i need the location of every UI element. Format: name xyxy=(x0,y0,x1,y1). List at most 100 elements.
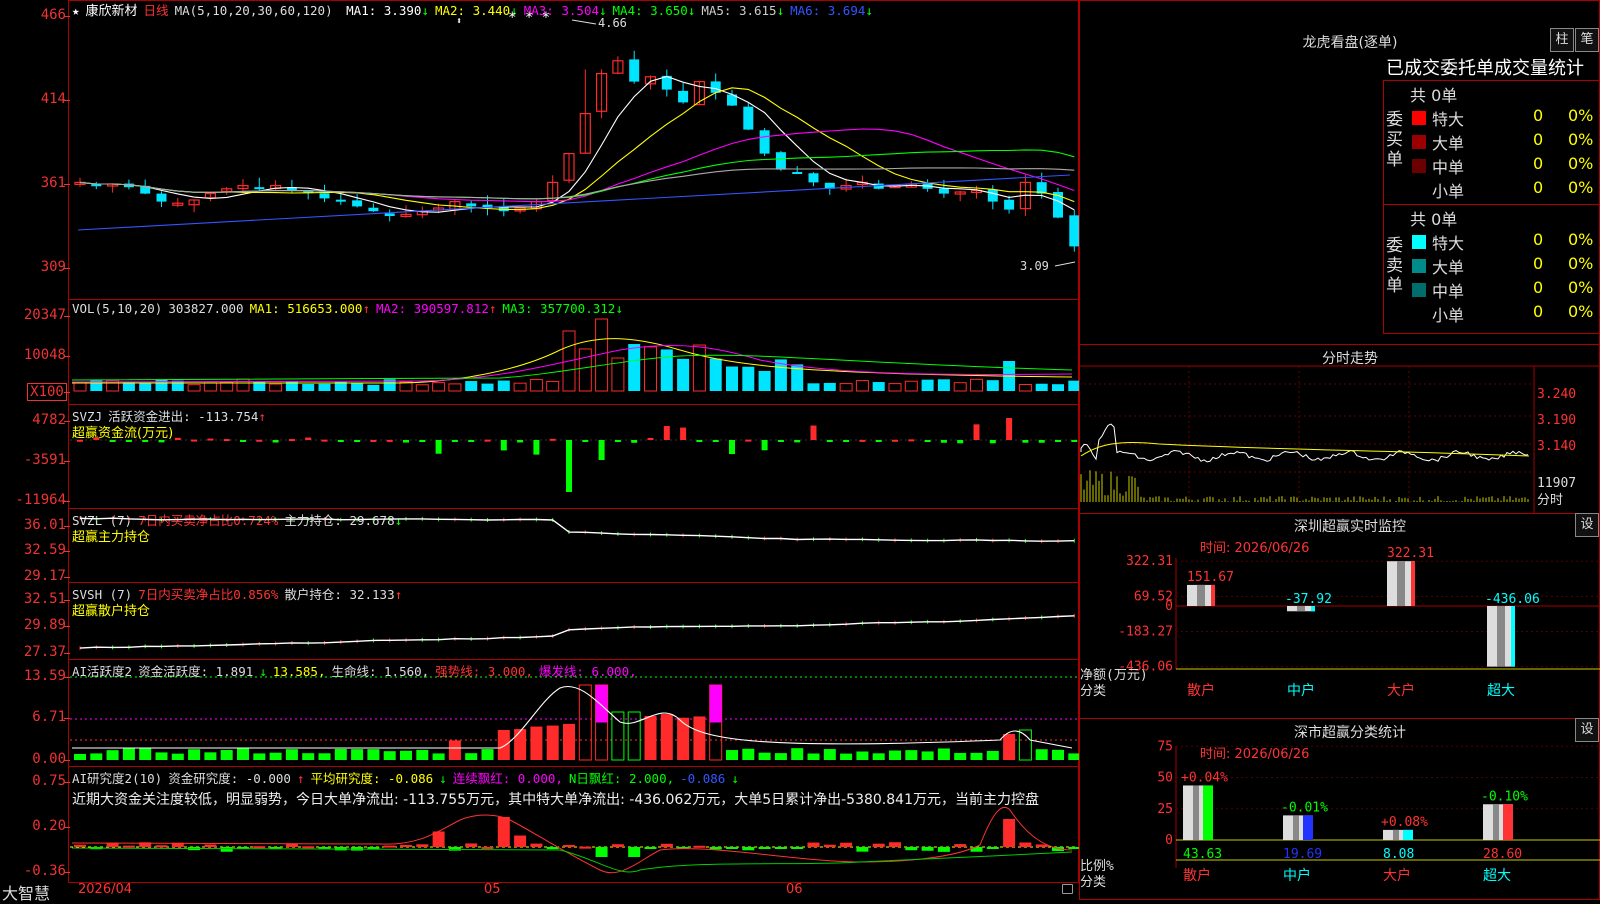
ai2-bar xyxy=(905,750,918,760)
order-percent: 0% xyxy=(1568,302,1594,321)
volume-bar-down xyxy=(742,366,755,391)
volume-bar-down xyxy=(1068,380,1079,391)
order-color-swatch xyxy=(1412,159,1426,173)
svzj-bar xyxy=(875,440,882,443)
ai2-bar xyxy=(204,752,217,760)
candle-body-down xyxy=(156,193,167,202)
ai2-bar xyxy=(155,752,168,760)
candle-body-down xyxy=(743,106,754,130)
ai-research-bar xyxy=(921,847,934,851)
classify-y-label: 50 xyxy=(1157,771,1173,786)
pen-mode-button[interactable]: 笔 xyxy=(1575,28,1599,52)
svzj-bar xyxy=(240,440,246,442)
volume-bar-down xyxy=(677,358,690,391)
ai2-bar xyxy=(807,753,820,760)
ai2-bar xyxy=(937,748,950,760)
monitor-bar-大户 xyxy=(1387,561,1415,606)
ai2-bar xyxy=(400,750,412,760)
svzj-bar xyxy=(940,440,947,443)
buy-side-label: 委买单 xyxy=(1386,110,1403,170)
ai-research-bar xyxy=(872,843,885,847)
volume-bar-down xyxy=(726,366,738,391)
x-axis-label-1: 05 xyxy=(484,882,501,897)
order-percent: 0% xyxy=(1568,278,1594,297)
svzj-bar xyxy=(207,438,214,441)
ai2-bar xyxy=(383,751,396,760)
ai-research-bar xyxy=(889,842,901,847)
order-size-label: 中单 xyxy=(1432,158,1465,177)
order-count: 0 xyxy=(1533,302,1544,321)
volume-bar-down xyxy=(285,380,298,391)
volume-bar-down xyxy=(758,370,771,391)
candle-body-down xyxy=(319,193,330,199)
ai2-bar xyxy=(432,753,445,760)
ai2-bar xyxy=(514,729,527,760)
ai2-bar xyxy=(1035,749,1048,760)
bar-mode-button[interactable]: 柱 xyxy=(1550,28,1574,52)
ai-research-bar xyxy=(383,845,396,848)
volume-bar-down xyxy=(628,344,641,391)
ai2-bar xyxy=(334,748,347,760)
classify-category-label: 散户 xyxy=(1183,867,1211,884)
svzj-bar xyxy=(1022,440,1029,443)
order-row: 大单 0 0% xyxy=(1408,254,1600,278)
svzj-bar xyxy=(77,439,83,442)
ai-research-bar xyxy=(253,846,266,849)
ai2-bar xyxy=(367,749,380,760)
volume-bar-down xyxy=(1052,384,1064,391)
ai-research-bar xyxy=(546,847,559,850)
volume-bar-down xyxy=(351,383,364,391)
ai2-bar xyxy=(220,750,233,760)
svzj-bar xyxy=(142,440,149,442)
svzj-bar xyxy=(1038,440,1045,443)
svzj-bar xyxy=(582,440,589,442)
order-count: 0 xyxy=(1533,130,1544,149)
buy-total: 共 0单 xyxy=(1410,86,1458,105)
ai-research-bar xyxy=(742,847,755,851)
volume-bar-up xyxy=(415,384,429,392)
ai2-bar xyxy=(351,749,364,760)
ai2-bar-outline xyxy=(578,684,592,761)
ai-research-bar xyxy=(954,844,967,847)
ma-line xyxy=(79,128,1075,203)
high-mark-leader xyxy=(571,19,597,25)
volume-bar-up xyxy=(529,379,543,392)
ai2-bar xyxy=(530,726,543,760)
classify-value: 8.08 xyxy=(1383,847,1414,862)
order-size-label: 小单 xyxy=(1432,306,1465,325)
buy-rows: 特大 0 0% 大单 0 0% 中单 0 0% 小单 0 0% xyxy=(1408,106,1600,206)
order-color-swatch xyxy=(1412,111,1426,125)
candle-body-down xyxy=(1004,199,1015,210)
volume-bar-up xyxy=(888,383,902,392)
classify-delta: +0.04% xyxy=(1181,770,1228,785)
intraday-y-label: 3.190 xyxy=(1537,413,1576,428)
volume-bar-down xyxy=(823,382,836,391)
order-row: 特大 0 0% xyxy=(1408,106,1600,130)
volume-bar-up xyxy=(953,382,967,392)
sell-total: 共 0单 xyxy=(1410,210,1458,229)
order-color-swatch xyxy=(1412,135,1426,149)
intraday-volume-label: 11907 xyxy=(1537,476,1576,491)
monitor-y-label: 322.31 xyxy=(1126,554,1173,569)
ai-research-bar xyxy=(905,847,918,851)
lock-icon[interactable] xyxy=(1062,884,1073,894)
svzj-bar xyxy=(272,440,279,443)
order-percent: 0% xyxy=(1568,130,1594,149)
ai2-bar xyxy=(872,753,885,760)
intraday-chart: 3.240 3.190 3.140 11907 分时 xyxy=(1079,365,1600,514)
candle-body-down xyxy=(254,187,265,190)
classify-value: 19.69 xyxy=(1283,847,1322,862)
ai2-bar xyxy=(253,753,266,760)
svzj-bar xyxy=(321,439,328,442)
order-percent: 0% xyxy=(1568,106,1594,125)
volume-bar-up xyxy=(220,381,234,392)
ai2-bar xyxy=(742,748,755,760)
ai-research-bar xyxy=(204,844,217,847)
classify-delta: +0.08% xyxy=(1381,815,1428,830)
ai2-bar xyxy=(921,751,934,760)
candle-body-down xyxy=(335,199,346,202)
ai2-bar xyxy=(970,752,983,760)
svzj-bar xyxy=(566,440,572,492)
ai2-bar xyxy=(269,752,282,760)
svsh-line xyxy=(79,615,1075,649)
